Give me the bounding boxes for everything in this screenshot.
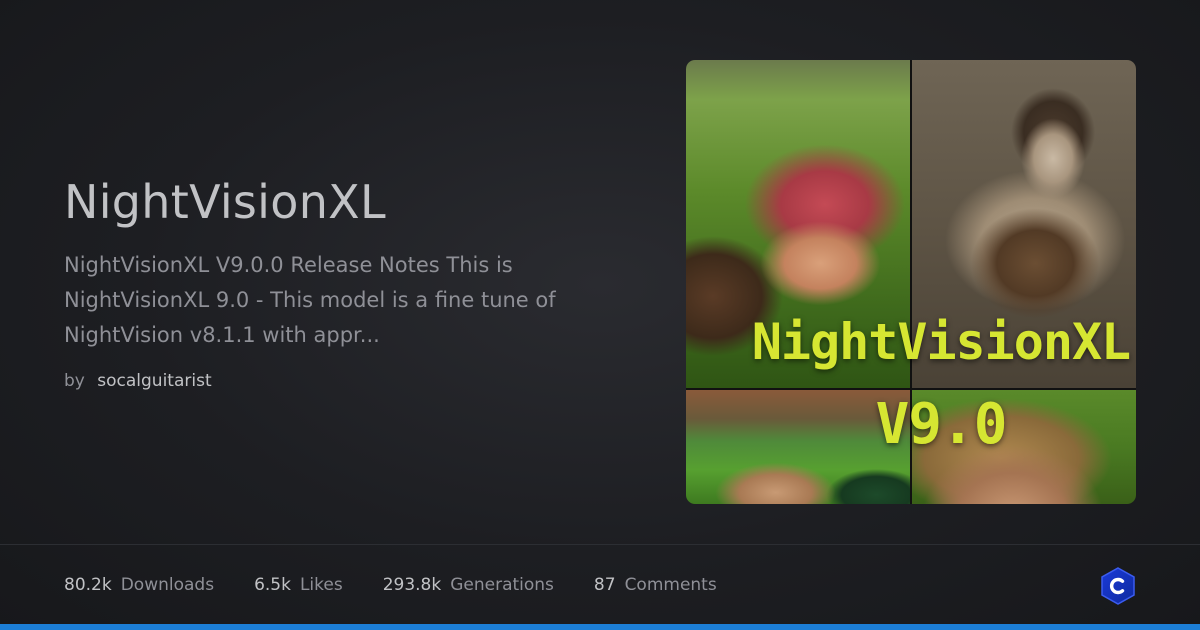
model-card: NightVisionXL NightVisionXL V9.0.0 Relea… xyxy=(0,0,1200,630)
civitai-logo-icon[interactable] xyxy=(1100,567,1136,605)
preview-image[interactable]: NightVisionXL V9.0 xyxy=(686,60,1136,504)
stat-label: Generations xyxy=(450,575,554,595)
stats-footer: 80.2k Downloads 6.5k Likes 293.8k Genera… xyxy=(0,544,1200,624)
stat-value: 87 xyxy=(593,575,616,595)
stat-likes: 6.5k Likes xyxy=(254,574,343,596)
author-name[interactable]: socalguitarist xyxy=(97,371,211,391)
by-label: by xyxy=(64,371,85,391)
stat-value: 80.2k xyxy=(64,575,112,595)
stat-comments: 87 Comments xyxy=(594,574,717,596)
model-title[interactable]: NightVisionXL xyxy=(64,172,584,232)
accent-bar xyxy=(0,624,1200,630)
stat-generations: 293.8k Generations xyxy=(383,574,554,596)
stat-downloads: 80.2k Downloads xyxy=(64,574,214,596)
model-info: NightVisionXL NightVisionXL V9.0.0 Relea… xyxy=(64,172,584,392)
byline: by socalguitarist xyxy=(64,370,584,392)
preview-overlay-version: V9.0 xyxy=(875,392,1008,457)
preview-overlay-title: NightVisionXL xyxy=(751,313,1131,371)
stat-value: 6.5k xyxy=(254,575,291,595)
stat-label: Likes xyxy=(299,575,343,595)
model-description: NightVisionXL V9.0.0 Release Notes This … xyxy=(64,253,556,347)
stat-value: 293.8k xyxy=(382,575,442,595)
stat-label: Comments xyxy=(624,575,717,595)
stat-label: Downloads xyxy=(120,575,215,595)
stats-list: 80.2k Downloads 6.5k Likes 293.8k Genera… xyxy=(64,574,757,596)
